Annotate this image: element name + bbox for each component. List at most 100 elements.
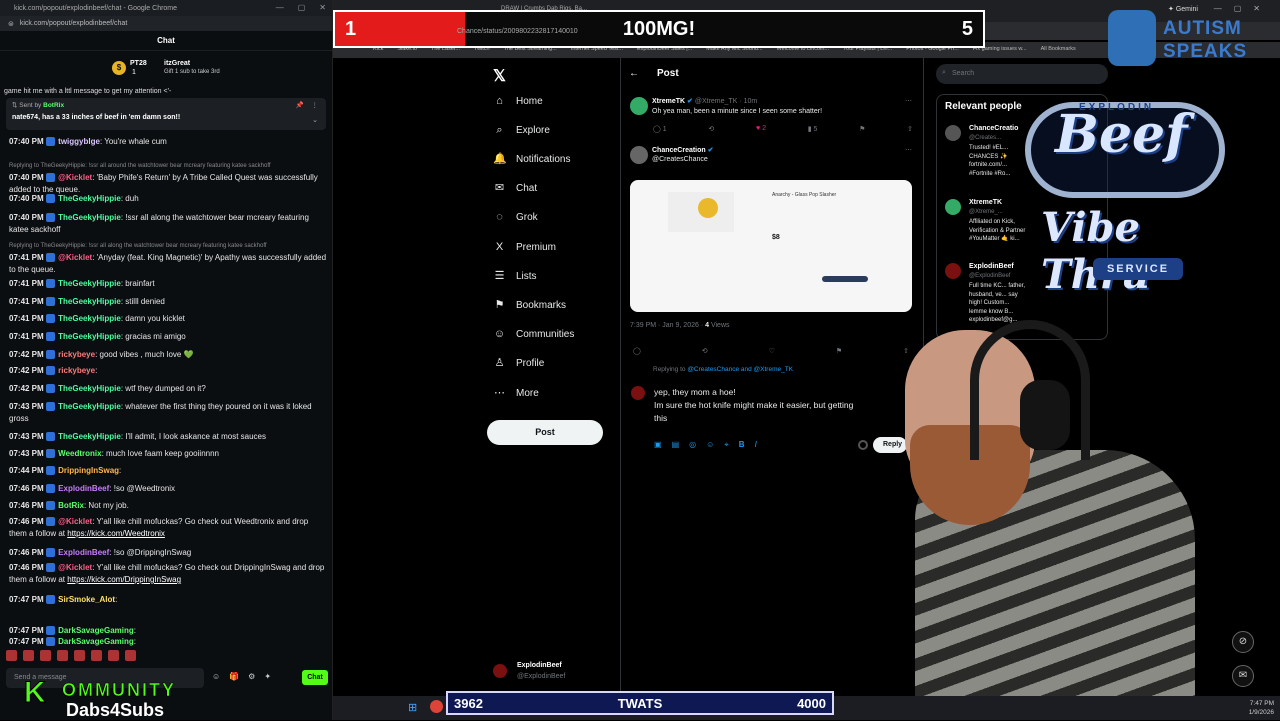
message-username[interactable]: SirSmoke_Alot xyxy=(58,595,115,604)
repost-icon[interactable]: ⟲ xyxy=(708,125,714,133)
close-icon[interactable]: ✕ xyxy=(319,3,326,12)
nav-item-grok[interactable]: ◌ Grok xyxy=(493,209,537,227)
message-username[interactable]: TheGeekyHippie xyxy=(58,432,121,441)
message-username[interactable]: ExplodinBeef xyxy=(58,484,109,493)
message-username[interactable]: twiggyblge xyxy=(58,137,100,146)
nav-item-chat[interactable]: ✉ Chat xyxy=(493,180,537,198)
like-action[interactable]: ♥ 2 xyxy=(756,125,766,133)
repost-icon[interactable]: ⟲ xyxy=(702,347,708,355)
message-username[interactable]: TheGeekyHippie xyxy=(58,314,121,323)
emote-icon[interactable] xyxy=(57,650,68,661)
message-username[interactable]: TheGeekyHippie xyxy=(58,279,121,288)
message-username[interactable]: @Kicklet xyxy=(58,563,92,572)
views-action[interactable]: ▮ 5 xyxy=(808,125,818,133)
replying-to-handles[interactable]: @CreatesChance and @Xtreme_TK xyxy=(687,366,793,373)
chat-url-bar[interactable]: ⊜ kick.com/popout/explodinbeef/chat xyxy=(0,16,332,31)
message-link[interactable]: https://kick.com/DrippingInSwag xyxy=(67,575,181,584)
bot-icon[interactable]: ✦ xyxy=(264,672,271,681)
windows-start-icon[interactable]: ⊞ xyxy=(408,701,417,714)
goal-right-value: 5 xyxy=(961,18,973,40)
reply-compose-textarea[interactable]: yep, they mom a hoe! Im sure the hot kni… xyxy=(654,386,904,425)
bookmark-icon[interactable]: ⚑ xyxy=(859,125,865,133)
gif-icon[interactable]: ▤ xyxy=(672,440,680,450)
nav-item-explore[interactable]: ⌕ Explore xyxy=(493,121,550,139)
x-logo-icon[interactable]: 𝕏 xyxy=(493,66,506,86)
message-username[interactable]: TheGeekyHippie xyxy=(58,213,121,222)
location-icon[interactable]: ⌖ xyxy=(724,440,729,450)
reply-context[interactable]: Replying to TheGeekyHippie: !ssr all alo… xyxy=(9,240,327,252)
nav-item-profile[interactable]: ♙ Profile xyxy=(493,355,545,373)
nav-item-bookmarks[interactable]: ⚑ Bookmarks xyxy=(493,296,566,314)
minimize-icon[interactable]: — xyxy=(276,3,284,12)
top-gifter-card[interactable]: $ PT28 1 itzGreat Gift 1 sub to take 3rd xyxy=(112,58,232,80)
chrome-icon[interactable] xyxy=(430,700,443,713)
message-username[interactable]: rickybeye xyxy=(58,366,95,375)
reply-context[interactable]: Replying to TheGeekyHippie: !ssr all aro… xyxy=(9,160,327,172)
like-icon[interactable]: ♡ xyxy=(769,347,775,355)
bookmark-icon[interactable]: ⚑ xyxy=(836,347,842,355)
message-username[interactable]: TheGeekyHippie xyxy=(58,402,121,411)
search-input[interactable]: ⌕ Search xyxy=(936,64,1108,84)
reply-icon[interactable]: ◯ xyxy=(633,347,641,355)
emote-icon[interactable] xyxy=(40,650,51,661)
emote-icon[interactable] xyxy=(108,650,119,661)
grok-icon[interactable]: ◎ xyxy=(689,440,696,450)
italic-icon[interactable]: I xyxy=(755,440,757,450)
message-username[interactable]: rickybeye xyxy=(58,350,95,359)
message-username[interactable]: BotRix xyxy=(58,501,84,510)
message-username[interactable]: TheGeekyHippie xyxy=(58,194,121,203)
nav-item-more[interactable]: ⋯ More xyxy=(493,384,539,402)
reply-action[interactable]: ◯ 1 xyxy=(653,125,667,133)
messages-fab-icon[interactable]: ✉ xyxy=(1232,665,1254,687)
bold-icon[interactable]: B xyxy=(739,440,745,450)
message-link[interactable]: https://kick.com/Weedtronix xyxy=(67,529,165,538)
post-button[interactable]: Post xyxy=(487,420,603,445)
system-clock[interactable]: 7:47 PM 1/9/2026 xyxy=(1249,699,1274,717)
maximize-icon[interactable]: ▢ xyxy=(298,3,306,12)
chat-send-button[interactable]: Chat xyxy=(302,670,328,685)
image-icon[interactable]: ▣ xyxy=(654,440,662,450)
message-username[interactable]: TheGeekyHippie xyxy=(58,384,121,393)
emote-icon[interactable] xyxy=(23,650,34,661)
message-username[interactable]: @Kicklet xyxy=(58,173,92,182)
tweet-chancecreation[interactable]: ChanceCreation ✔ @CreatesChance ⋯ xyxy=(630,146,916,170)
message-username[interactable]: DarkSavageGaming xyxy=(58,626,134,635)
message-username[interactable]: @Kicklet xyxy=(58,253,92,262)
tweet-media-image[interactable]: Anarchy - Glass Pop Slasher $8 xyxy=(630,180,912,312)
tweet-xtremetk[interactable]: XtremeTK ✔ @Xtreme_TK · 10m Oh yea man, … xyxy=(630,97,916,127)
bookmark-item[interactable]: All Bookmarks xyxy=(1041,46,1076,54)
message-username[interactable]: DrippingInSwag xyxy=(58,466,119,475)
chevron-down-icon[interactable]: ⌄ xyxy=(312,116,318,124)
message-username[interactable]: Weedtronix xyxy=(58,449,101,458)
message-username[interactable]: @Kicklet xyxy=(58,517,92,526)
emote-icon[interactable] xyxy=(91,650,102,661)
nav-item-premium[interactable]: X Premium xyxy=(493,238,556,256)
message-username[interactable]: TheGeekyHippie xyxy=(58,297,121,306)
back-arrow-icon[interactable]: ← xyxy=(629,68,639,79)
nav-item-communities[interactable]: ☺ Communities xyxy=(493,326,574,344)
user-badge-icon xyxy=(45,466,55,476)
message-username[interactable]: ExplodinBeef xyxy=(58,548,109,557)
more-options-icon[interactable]: ⋮ xyxy=(312,101,319,109)
grok-fab-icon[interactable]: ⊘ xyxy=(1232,631,1254,653)
emoji-icon[interactable]: ☺ xyxy=(706,440,714,450)
more-icon[interactable]: ⋯ xyxy=(905,97,912,105)
more-icon[interactable]: ⋯ xyxy=(905,146,912,154)
message-username[interactable]: TheGeekyHippie xyxy=(58,332,121,341)
site-info-icon[interactable]: ⊜ xyxy=(8,20,14,28)
emote-icon[interactable] xyxy=(74,650,85,661)
nav-item-notifications[interactable]: 🔔 Notifications xyxy=(493,150,570,168)
reply-button[interactable]: Reply xyxy=(873,437,907,453)
message-timestamp: 07:47 PM xyxy=(9,637,44,646)
emote-icon[interactable] xyxy=(6,650,17,661)
nav-label: Premium xyxy=(516,241,557,253)
message-username[interactable]: DarkSavageGaming xyxy=(58,637,134,646)
user-badge-icon xyxy=(45,563,55,573)
emote-icon[interactable] xyxy=(125,650,136,661)
share-icon[interactable]: ⇧ xyxy=(907,125,913,133)
message-text: : brainfart xyxy=(120,279,155,288)
settings-icon[interactable]: ⚙ xyxy=(248,672,255,681)
nav-item-home[interactable]: ⌂ Home xyxy=(493,92,543,110)
nav-item-lists[interactable]: ☰ Lists xyxy=(493,267,537,285)
unpin-icon[interactable]: 📌 xyxy=(296,101,304,109)
